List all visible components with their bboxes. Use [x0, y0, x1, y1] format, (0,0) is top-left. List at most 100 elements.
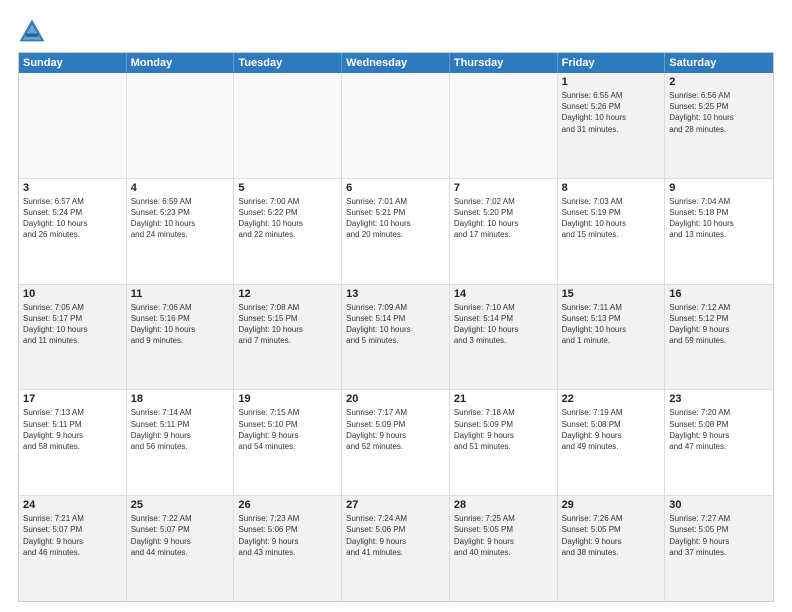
calendar-row: 24 Sunrise: 7:21 AM Sunset: 5:07 PM Dayli…: [19, 496, 773, 601]
calendar-cell: 23 Sunrise: 7:20 AM Sunset: 5:08 PM Dayli…: [665, 390, 773, 495]
calendar-cell: 24 Sunrise: 7:21 AM Sunset: 5:07 PM Dayli…: [19, 496, 127, 601]
calendar-cell: 7Sunrise: 7:02 AM Sunset: 5:20 PM Daylig…: [450, 179, 558, 284]
day-info: Sunrise: 6:55 AM Sunset: 5:26 PM Dayligh…: [562, 90, 661, 135]
logo-icon: [18, 18, 46, 46]
calendar-row: 3 Sunrise: 6:57 AM Sunset: 5:24 PM Daylig…: [19, 179, 773, 285]
page: SundayMondayTuesdayWednesdayThursdayFrid…: [0, 0, 792, 612]
day-info: Sunrise: 7:20 AM Sunset: 5:08 PM Dayligh…: [669, 407, 769, 452]
day-info: Sunrise: 7:13 AM Sunset: 5:11 PM Dayligh…: [23, 407, 122, 452]
day-number: 19: [238, 393, 337, 405]
calendar-cell: 19 Sunrise: 7:15 AM Sunset: 5:10 PM Dayli…: [234, 390, 342, 495]
weekday-header: Tuesday: [234, 53, 342, 73]
weekday-header: Wednesday: [342, 53, 450, 73]
calendar-cell: 16Sunrise: 7:12 AM Sunset: 5:12 PM Dayli…: [665, 285, 773, 390]
calendar-cell: 4 Sunrise: 6:59 AM Sunset: 5:23 PM Daylig…: [127, 179, 235, 284]
calendar-cell: 1 Sunrise: 6:55 AM Sunset: 5:26 PM Daylig…: [558, 73, 666, 178]
calendar-cell: 30Sunrise: 7:27 AM Sunset: 5:05 PM Dayli…: [665, 496, 773, 601]
day-number: 4: [131, 182, 230, 194]
day-number: 13: [346, 288, 445, 300]
day-number: 20: [346, 393, 445, 405]
day-number: 5: [238, 182, 337, 194]
day-info: Sunrise: 7:24 AM Sunset: 5:06 PM Dayligh…: [346, 513, 445, 558]
day-info: Sunrise: 7:04 AM Sunset: 5:18 PM Dayligh…: [669, 196, 769, 241]
day-number: 21: [454, 393, 553, 405]
calendar-cell: 21Sunrise: 7:18 AM Sunset: 5:09 PM Dayli…: [450, 390, 558, 495]
calendar-cell: 11 Sunrise: 7:06 AM Sunset: 5:16 PM Dayli…: [127, 285, 235, 390]
day-number: 17: [23, 393, 122, 405]
weekday-header: Friday: [558, 53, 666, 73]
weekday-header: Monday: [127, 53, 235, 73]
weekday-header: Sunday: [19, 53, 127, 73]
day-info: Sunrise: 7:14 AM Sunset: 5:11 PM Dayligh…: [131, 407, 230, 452]
day-number: 8: [562, 182, 661, 194]
day-number: 14: [454, 288, 553, 300]
day-info: Sunrise: 7:11 AM Sunset: 5:13 PM Dayligh…: [562, 302, 661, 347]
day-number: 2: [669, 76, 769, 88]
day-number: 18: [131, 393, 230, 405]
calendar: SundayMondayTuesdayWednesdayThursdayFrid…: [18, 52, 774, 602]
day-info: Sunrise: 7:15 AM Sunset: 5:10 PM Dayligh…: [238, 407, 337, 452]
calendar-cell: 3 Sunrise: 6:57 AM Sunset: 5:24 PM Daylig…: [19, 179, 127, 284]
day-number: 25: [131, 499, 230, 511]
calendar-cell: 14 Sunrise: 7:10 AM Sunset: 5:14 PM Dayli…: [450, 285, 558, 390]
day-number: 10: [23, 288, 122, 300]
day-info: Sunrise: 7:00 AM Sunset: 5:22 PM Dayligh…: [238, 196, 337, 241]
day-number: 28: [454, 499, 553, 511]
logo: [18, 18, 50, 46]
day-number: 3: [23, 182, 122, 194]
day-number: 29: [562, 499, 661, 511]
calendar-row: 1 Sunrise: 6:55 AM Sunset: 5:26 PM Daylig…: [19, 73, 773, 179]
calendar-cell: 12 Sunrise: 7:08 AM Sunset: 5:15 PM Dayli…: [234, 285, 342, 390]
header: [18, 18, 774, 46]
day-number: 11: [131, 288, 230, 300]
day-info: Sunrise: 7:10 AM Sunset: 5:14 PM Dayligh…: [454, 302, 553, 347]
day-info: Sunrise: 7:09 AM Sunset: 5:14 PM Dayligh…: [346, 302, 445, 347]
weekday-header: Thursday: [450, 53, 558, 73]
day-info: Sunrise: 7:06 AM Sunset: 5:16 PM Dayligh…: [131, 302, 230, 347]
calendar-cell: 15Sunrise: 7:11 AM Sunset: 5:13 PM Dayli…: [558, 285, 666, 390]
day-info: Sunrise: 7:05 AM Sunset: 5:17 PM Dayligh…: [23, 302, 122, 347]
day-info: Sunrise: 7:17 AM Sunset: 5:09 PM Dayligh…: [346, 407, 445, 452]
calendar-body: 1 Sunrise: 6:55 AM Sunset: 5:26 PM Daylig…: [19, 73, 773, 601]
day-number: 12: [238, 288, 337, 300]
day-number: 9: [669, 182, 769, 194]
calendar-cell: [450, 73, 558, 178]
day-info: Sunrise: 6:57 AM Sunset: 5:24 PM Dayligh…: [23, 196, 122, 241]
calendar-cell: 27 Sunrise: 7:24 AM Sunset: 5:06 PM Dayli…: [342, 496, 450, 601]
day-info: Sunrise: 7:27 AM Sunset: 5:05 PM Dayligh…: [669, 513, 769, 558]
calendar-cell: 6Sunrise: 7:01 AM Sunset: 5:21 PM Daylig…: [342, 179, 450, 284]
day-info: Sunrise: 7:26 AM Sunset: 5:05 PM Dayligh…: [562, 513, 661, 558]
day-info: Sunrise: 7:02 AM Sunset: 5:20 PM Dayligh…: [454, 196, 553, 241]
calendar-cell: 13 Sunrise: 7:09 AM Sunset: 5:14 PM Dayli…: [342, 285, 450, 390]
calendar-cell: [234, 73, 342, 178]
calendar-header-row: SundayMondayTuesdayWednesdayThursdayFrid…: [19, 53, 773, 73]
day-number: 23: [669, 393, 769, 405]
day-number: 22: [562, 393, 661, 405]
calendar-cell: [19, 73, 127, 178]
calendar-cell: 8 Sunrise: 7:03 AM Sunset: 5:19 PM Daylig…: [558, 179, 666, 284]
day-info: Sunrise: 6:59 AM Sunset: 5:23 PM Dayligh…: [131, 196, 230, 241]
calendar-cell: 22 Sunrise: 7:19 AM Sunset: 5:08 PM Dayli…: [558, 390, 666, 495]
day-number: 1: [562, 76, 661, 88]
day-info: Sunrise: 7:03 AM Sunset: 5:19 PM Dayligh…: [562, 196, 661, 241]
day-number: 27: [346, 499, 445, 511]
calendar-cell: 29 Sunrise: 7:26 AM Sunset: 5:05 PM Dayli…: [558, 496, 666, 601]
day-info: Sunrise: 7:22 AM Sunset: 5:07 PM Dayligh…: [131, 513, 230, 558]
day-info: Sunrise: 7:21 AM Sunset: 5:07 PM Dayligh…: [23, 513, 122, 558]
calendar-row: 10 Sunrise: 7:05 AM Sunset: 5:17 PM Dayli…: [19, 285, 773, 391]
day-number: 26: [238, 499, 337, 511]
day-info: Sunrise: 6:56 AM Sunset: 5:25 PM Dayligh…: [669, 90, 769, 135]
day-info: Sunrise: 7:08 AM Sunset: 5:15 PM Dayligh…: [238, 302, 337, 347]
calendar-cell: 9 Sunrise: 7:04 AM Sunset: 5:18 PM Daylig…: [665, 179, 773, 284]
day-number: 24: [23, 499, 122, 511]
day-info: Sunrise: 7:19 AM Sunset: 5:08 PM Dayligh…: [562, 407, 661, 452]
day-info: Sunrise: 7:01 AM Sunset: 5:21 PM Dayligh…: [346, 196, 445, 241]
calendar-cell: [127, 73, 235, 178]
weekday-header: Saturday: [665, 53, 773, 73]
day-info: Sunrise: 7:23 AM Sunset: 5:06 PM Dayligh…: [238, 513, 337, 558]
day-info: Sunrise: 7:12 AM Sunset: 5:12 PM Dayligh…: [669, 302, 769, 347]
calendar-cell: 28 Sunrise: 7:25 AM Sunset: 5:05 PM Dayli…: [450, 496, 558, 601]
day-info: Sunrise: 7:25 AM Sunset: 5:05 PM Dayligh…: [454, 513, 553, 558]
calendar-cell: [342, 73, 450, 178]
calendar-cell: 26 Sunrise: 7:23 AM Sunset: 5:06 PM Dayli…: [234, 496, 342, 601]
